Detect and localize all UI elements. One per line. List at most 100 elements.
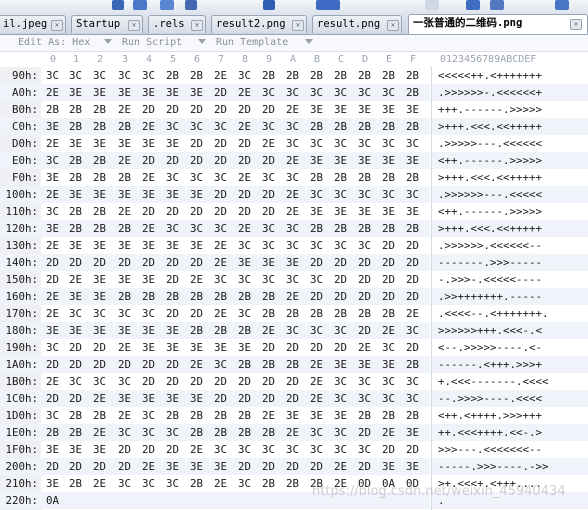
hex-byte[interactable]: 2D: [262, 458, 282, 475]
hex-byte[interactable]: 2D: [46, 254, 66, 271]
hex-byte[interactable]: 2D: [214, 101, 234, 118]
hex-byte[interactable]: 2D: [214, 390, 234, 407]
hex-byte[interactable]: 2E: [190, 271, 210, 288]
hex-byte[interactable]: 3C: [142, 424, 162, 441]
hex-byte[interactable]: 2D: [69, 356, 89, 373]
hex-byte[interactable]: 2D: [166, 373, 186, 390]
hex-byte[interactable]: 2E: [286, 101, 306, 118]
hex-byte[interactable]: 3C: [406, 135, 426, 152]
hex-byte[interactable]: 3C: [142, 475, 162, 492]
hex-byte[interactable]: 3E: [46, 475, 66, 492]
hex-byte[interactable]: 3C: [334, 186, 354, 203]
hex-byte[interactable]: 2B: [69, 118, 89, 135]
hex-byte[interactable]: 2D: [166, 356, 186, 373]
hex-byte[interactable]: 2D: [238, 186, 258, 203]
hex-byte[interactable]: 2D: [142, 203, 162, 220]
hex-byte[interactable]: 2D: [190, 101, 210, 118]
hex-byte[interactable]: 2E: [238, 169, 258, 186]
hex-byte[interactable]: 3C: [334, 441, 354, 458]
hex-byte[interactable]: 3C: [214, 356, 234, 373]
hex-byte[interactable]: 2D: [93, 356, 113, 373]
hex-byte[interactable]: 3C: [262, 441, 282, 458]
hex-byte[interactable]: 3E: [142, 84, 162, 101]
hex-byte[interactable]: 3E: [118, 237, 138, 254]
hex-byte[interactable]: 3E: [358, 203, 378, 220]
hex-byte[interactable]: 3C: [190, 220, 210, 237]
hex-byte[interactable]: 3C: [334, 237, 354, 254]
hex-byte[interactable]: 2D: [142, 254, 162, 271]
hex-byte[interactable]: 2B: [142, 288, 162, 305]
hex-byte[interactable]: 3E: [46, 118, 66, 135]
hex-byte[interactable]: 3C: [93, 305, 113, 322]
hex-byte[interactable]: 3E: [93, 237, 113, 254]
hex-byte[interactable]: 3C: [118, 67, 138, 84]
hex-byte[interactable]: 3E: [93, 441, 113, 458]
hex-byte[interactable]: 2D: [382, 288, 402, 305]
close-icon[interactable]: ✕: [128, 20, 140, 31]
hex-byte[interactable]: 3E: [69, 84, 89, 101]
hex-byte[interactable]: 3C: [238, 305, 258, 322]
hex-byte[interactable]: 2B: [406, 220, 426, 237]
hex-byte[interactable]: 3C: [46, 407, 66, 424]
hex-byte[interactable]: 2E: [310, 373, 330, 390]
hex-byte[interactable]: 3E: [46, 322, 66, 339]
hex-row[interactable]: 3E 2B 2B 2B 2E 3C 3C 3C 2E 3C 3C 2B 2B 2B 2B 2B: [41, 220, 430, 237]
hex-byte[interactable]: 2B: [262, 424, 282, 441]
hex-byte[interactable]: 2B: [69, 101, 89, 118]
ascii-row[interactable]: +++.------.>>>>>: [432, 101, 588, 118]
hex-byte[interactable]: 2B: [286, 475, 306, 492]
hex-byte[interactable]: 3C: [46, 67, 66, 84]
hex-byte[interactable]: 3E: [334, 152, 354, 169]
hex-byte[interactable]: 2D: [46, 390, 66, 407]
hex-byte[interactable]: 3C: [214, 220, 234, 237]
hex-byte[interactable]: 3E: [310, 101, 330, 118]
hex-byte[interactable]: 2B: [238, 356, 258, 373]
hex-byte[interactable]: 3C: [118, 373, 138, 390]
hex-byte[interactable]: 2E: [69, 271, 89, 288]
hex-byte[interactable]: 2E: [142, 169, 162, 186]
hex-byte[interactable]: 2B: [334, 118, 354, 135]
hex-byte[interactable]: 0A: [46, 492, 66, 509]
hex-byte[interactable]: 3E: [46, 169, 66, 186]
hex-row[interactable]: 2E 3E 3E 3E 3E 3E 2D 2D 2D 2E 3C 3C 3C 3C 3C 3C: [41, 135, 430, 152]
hex-row[interactable]: 3E 3E 3E 3E 3E 3E 2B 2B 2B 2E 3C 3C 3C 2D 2E 3C: [41, 322, 430, 339]
hex-byte[interactable]: 3E: [262, 254, 282, 271]
hex-byte[interactable]: 3C: [142, 407, 162, 424]
hex-byte[interactable]: 2B: [358, 118, 378, 135]
hex-byte[interactable]: 2D: [238, 373, 258, 390]
hex-byte[interactable]: 2B: [262, 305, 282, 322]
hex-byte[interactable]: 3C: [46, 339, 66, 356]
hex-byte[interactable]: 2E: [142, 458, 162, 475]
hex-byte[interactable]: 3E: [93, 271, 113, 288]
hex-byte[interactable]: 2D: [93, 254, 113, 271]
hex-byte[interactable]: 2E: [334, 458, 354, 475]
hex-byte[interactable]: 2B: [69, 169, 89, 186]
hex-byte[interactable]: 3E: [310, 152, 330, 169]
hex-byte[interactable]: 2B: [310, 305, 330, 322]
hex-byte[interactable]: 3E: [382, 458, 402, 475]
hex-byte[interactable]: 2E: [142, 118, 162, 135]
hex-byte[interactable]: 2E: [214, 254, 234, 271]
hex-byte[interactable]: 2D: [214, 152, 234, 169]
hex-byte[interactable]: 2B: [166, 288, 186, 305]
hex-byte[interactable]: 3E: [69, 441, 89, 458]
hex-byte[interactable]: 2E: [93, 390, 113, 407]
hex-byte[interactable]: 3E: [166, 135, 186, 152]
hex-byte[interactable]: 2D: [310, 458, 330, 475]
hex-byte[interactable]: 2B: [238, 288, 258, 305]
hex-byte[interactable]: 3C: [238, 441, 258, 458]
hex-byte[interactable]: 3E: [190, 390, 210, 407]
close-icon[interactable]: ✕: [191, 20, 203, 31]
hex-byte[interactable]: 2D: [118, 356, 138, 373]
hex-byte[interactable]: 2D: [142, 356, 162, 373]
edit-as-menu[interactable]: Edit As: Hex: [18, 36, 90, 50]
ascii-row[interactable]: ++.<<<++++.<<-.>: [432, 424, 588, 441]
hex-byte[interactable]: 2B: [93, 220, 113, 237]
hex-byte[interactable]: 2D: [214, 186, 234, 203]
hex-byte[interactable]: 3E: [382, 203, 402, 220]
hex-byte[interactable]: 2E: [286, 203, 306, 220]
hex-byte[interactable]: 2B: [214, 322, 234, 339]
ascii-row[interactable]: <++.------.>>>>>: [432, 203, 588, 220]
hex-byte[interactable]: 3C: [286, 135, 306, 152]
hex-byte[interactable]: 2D: [69, 390, 89, 407]
